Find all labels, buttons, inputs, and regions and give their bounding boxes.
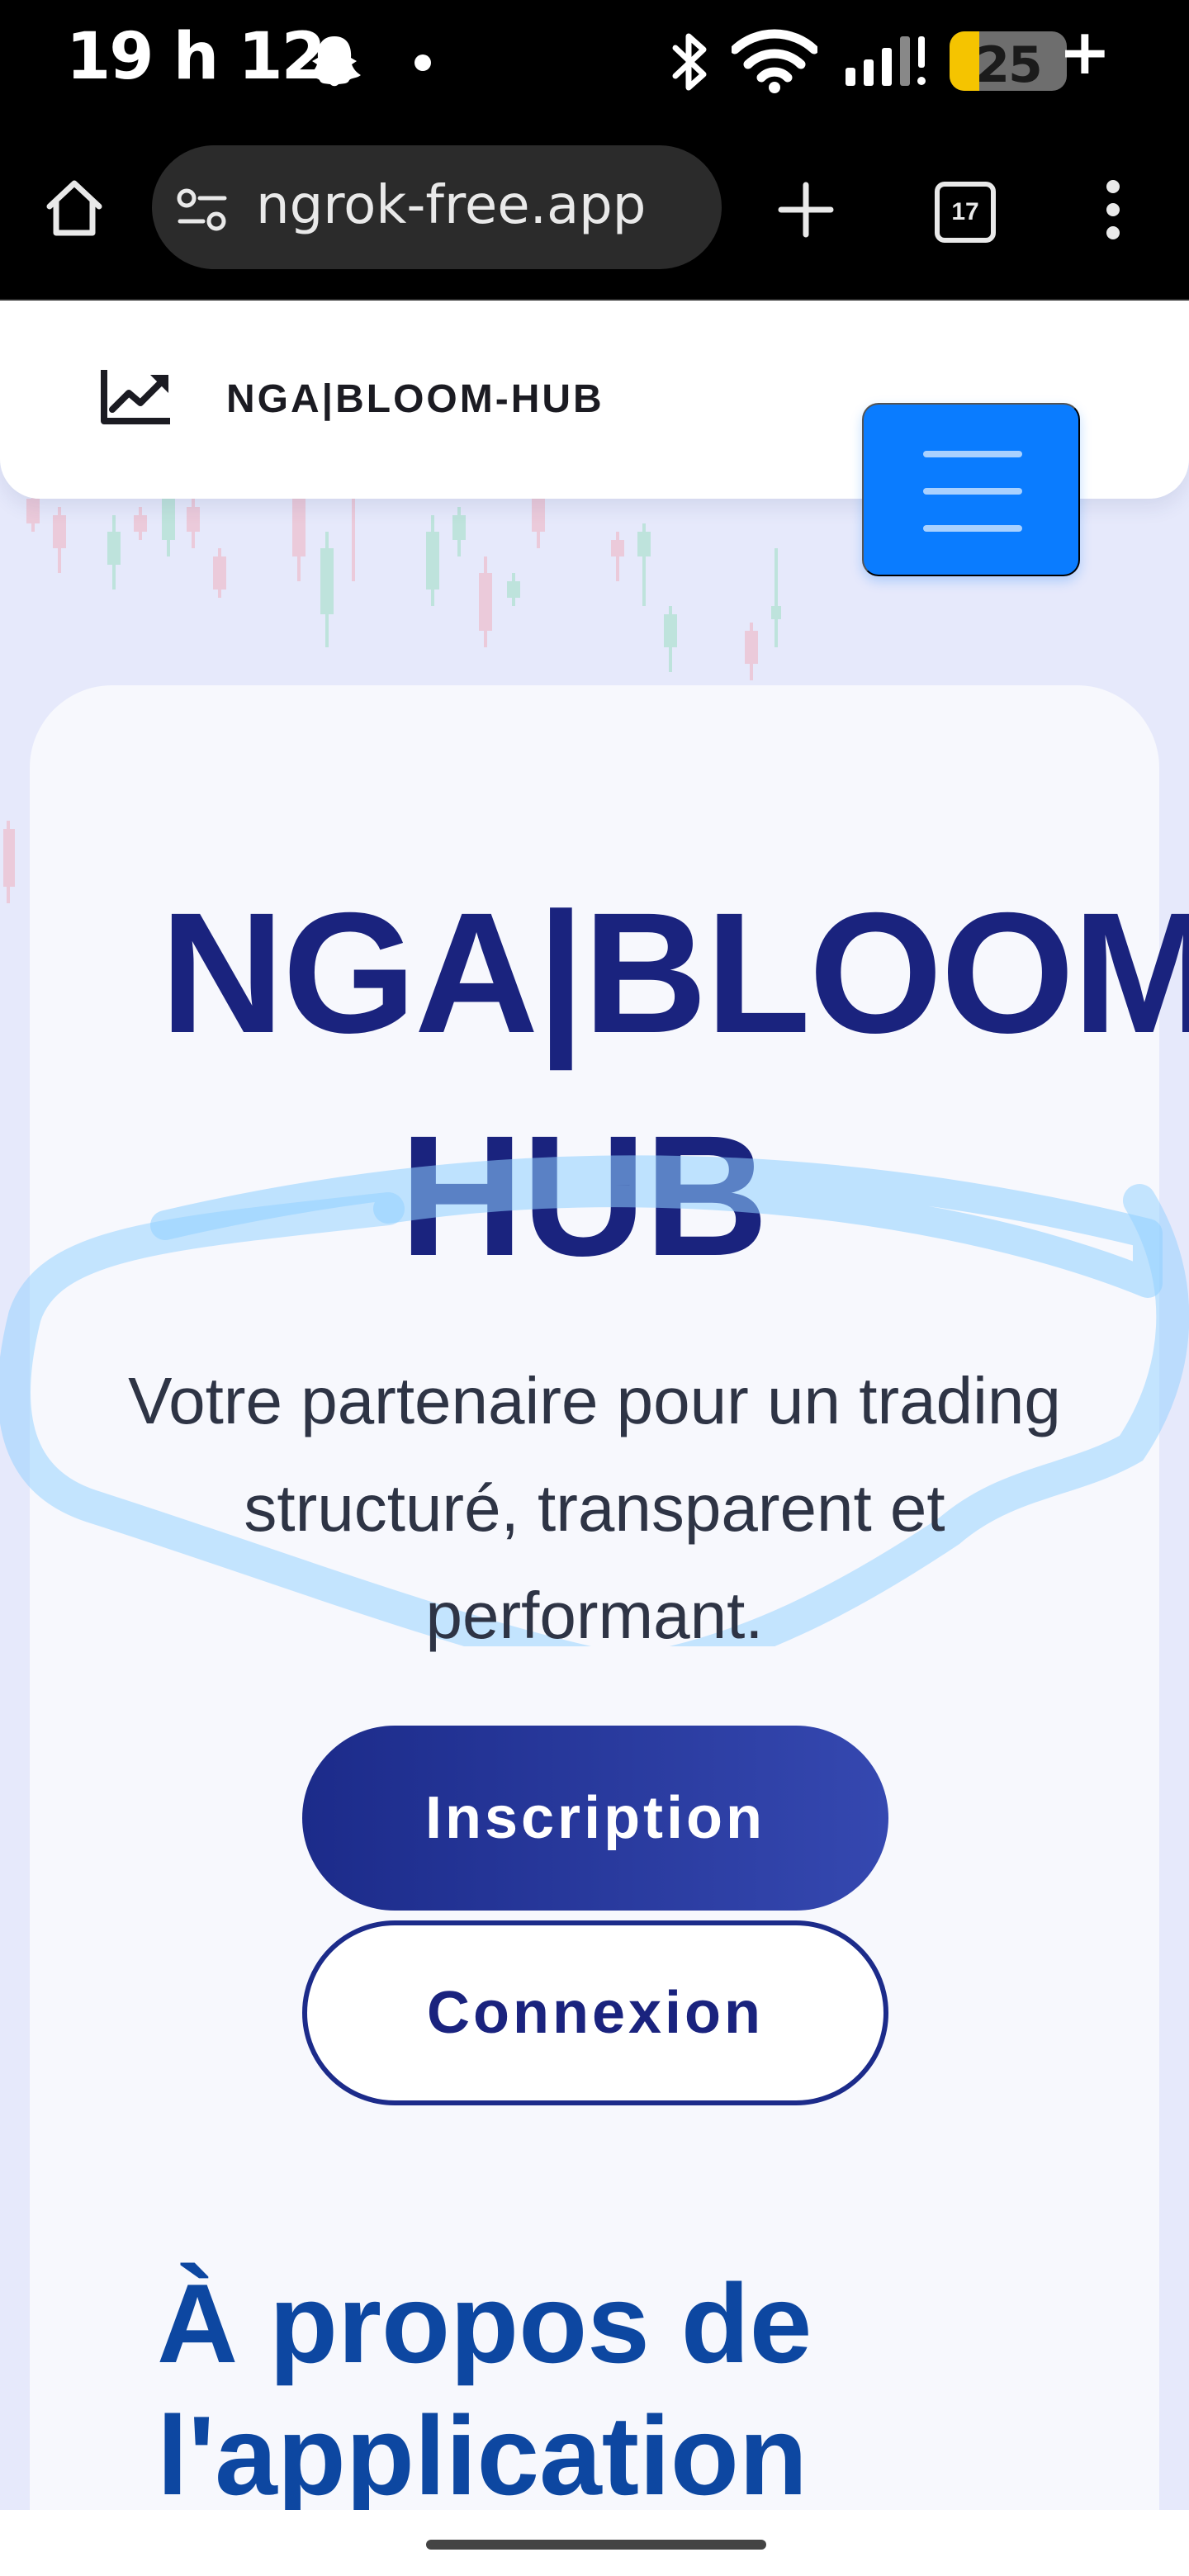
- url-text: ngrok-free.app: [256, 175, 647, 236]
- battery-level: 25: [975, 36, 1043, 91]
- battery-icon: 25: [950, 31, 1067, 91]
- signal-icon: [846, 36, 926, 86]
- hero-title-line1: NGA|BLOOM-: [160, 878, 1189, 1069]
- hamburger-menu-button[interactable]: [862, 403, 1080, 576]
- more-menu-icon[interactable]: [1103, 178, 1123, 241]
- charging-icon: +: [1059, 15, 1111, 88]
- gesture-handle[interactable]: [426, 2540, 766, 2550]
- address-bar[interactable]: ngrok-free.app: [152, 145, 722, 269]
- status-bar: 19 h 12 25 +: [0, 0, 1189, 132]
- browser-toolbar: ngrok-free.app 17: [0, 132, 1189, 301]
- hero-title: NGA|BLOOM- HUB: [160, 862, 1189, 1308]
- trending-chart-icon: [101, 370, 170, 424]
- snapchat-ghost-icon: [308, 36, 361, 87]
- hero-tagline: Votre partenaire pour un trading structu…: [128, 1364, 1061, 1652]
- signup-button[interactable]: Inscription: [302, 1726, 888, 1911]
- hamburger-menu-icon-middle: [923, 488, 1022, 495]
- bluetooth-icon: [672, 33, 707, 91]
- navigation-gesture-area: [0, 2510, 1189, 2576]
- site-settings-icon[interactable]: [175, 187, 230, 233]
- web-page: NGA|BLOOM-HUB NGA|BLOOM- HUB Votre parte…: [0, 301, 1189, 2510]
- hamburger-menu-icon-bottom: [923, 525, 1022, 532]
- notification-dot-icon: [414, 54, 431, 71]
- login-button[interactable]: Connexion: [302, 1920, 888, 2105]
- new-tab-icon[interactable]: [776, 180, 836, 239]
- wifi-icon: [732, 29, 817, 93]
- brand-name[interactable]: NGA|BLOOM-HUB: [226, 376, 604, 422]
- about-section-title: À propos de l'application: [157, 2261, 812, 2510]
- home-icon[interactable]: [43, 177, 106, 239]
- tab-switcher-icon[interactable]: 17: [935, 182, 996, 243]
- hero-title-line2: HUB: [400, 1101, 769, 1292]
- hamburger-menu-icon: [923, 451, 1022, 457]
- status-time: 19 h 12: [66, 20, 326, 94]
